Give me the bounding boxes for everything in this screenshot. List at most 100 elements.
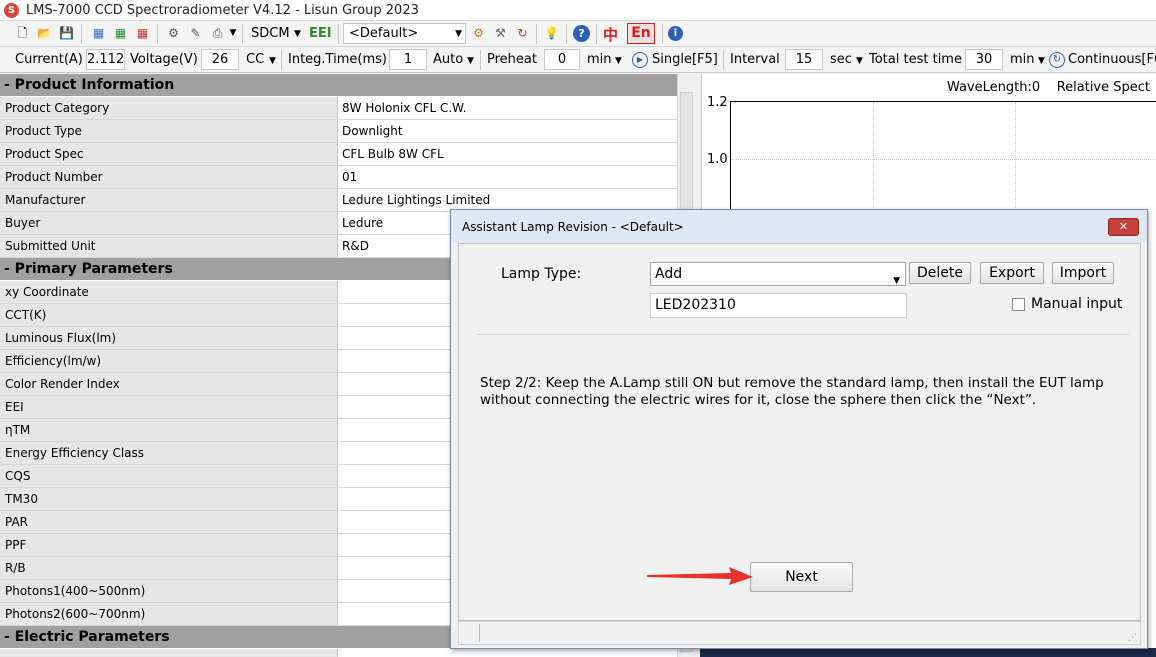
lamp-type-label: Lamp Type:: [501, 266, 582, 282]
chevron-down-icon[interactable]: ▼: [294, 29, 301, 39]
save-icon[interactable]: 💾: [58, 25, 75, 42]
row-value[interactable]: 8W Holonix CFL C.W.: [339, 97, 677, 119]
preheat-unit-select[interactable]: min: [587, 52, 612, 67]
help-icon[interactable]: ?: [573, 25, 590, 42]
row-label: R/B: [0, 557, 338, 579]
total-time-unit-select[interactable]: min: [1010, 52, 1035, 67]
single-test-button[interactable]: Single[F5]: [652, 52, 718, 67]
row-label: Product Category: [0, 97, 338, 119]
app-logo-icon: S: [4, 3, 19, 18]
row-value[interactable]: Downlight: [339, 120, 677, 142]
row-label: Submitted Unit: [0, 235, 338, 257]
open-icon[interactable]: 📂: [36, 25, 53, 42]
dialog-title: Assistant Lamp Revision - <Default>: [462, 220, 684, 234]
row-label: Photons2(600~700nm): [0, 603, 338, 625]
current-label: Current(A): [15, 52, 83, 67]
lamp-name-input[interactable]: LED202310: [650, 293, 907, 318]
row-label: PAR: [0, 511, 338, 533]
integ-time-input[interactable]: 1: [389, 49, 427, 70]
title-bar: S LMS-7000 CCD Spectroradiometer V4.12 -…: [0, 0, 1156, 21]
import-button[interactable]: Import: [1052, 262, 1114, 284]
table-row[interactable]: Product Type Downlight: [0, 120, 677, 143]
settings-tools-icon[interactable]: ⚙: [165, 25, 182, 42]
annotation-arrow-icon: [647, 567, 753, 585]
chevron-down-icon[interactable]: ▼: [269, 56, 276, 66]
chevron-down-icon[interactable]: ▼: [467, 56, 474, 66]
window-title: LMS-7000 CCD Spectroradiometer V4.12 - L…: [26, 3, 419, 18]
next-button[interactable]: Next: [750, 562, 853, 592]
chevron-down-icon[interactable]: ▼: [228, 25, 238, 42]
total-test-time-label: Total test time: [869, 52, 962, 67]
row-value[interactable]: 01: [339, 166, 677, 188]
row-label: Product Type: [0, 120, 338, 142]
close-icon[interactable]: ✕: [1108, 218, 1139, 236]
chevron-down-icon[interactable]: ▼: [615, 56, 622, 66]
chevron-down-icon[interactable]: ▼: [856, 56, 863, 66]
lamp-type-select[interactable]: Add ▼: [650, 262, 906, 286]
divider: [477, 334, 1129, 335]
section-product-information[interactable]: - Product Information: [0, 74, 677, 96]
row-value[interactable]: [339, 649, 677, 657]
row-label: Manufacturer: [0, 189, 338, 211]
play-icon[interactable]: ▶: [632, 52, 648, 68]
row-label: TM30: [0, 488, 338, 510]
table-row[interactable]: Product Spec CFL Bulb 8W CFL: [0, 143, 677, 166]
row-label: xy Coordinate: [0, 281, 338, 303]
current-input[interactable]: 2.112: [86, 49, 125, 70]
table-add-icon[interactable]: ▦: [112, 25, 129, 42]
edit-icon[interactable]: ✎: [187, 25, 204, 42]
auto-select[interactable]: Auto: [433, 52, 463, 67]
continuous-test-button[interactable]: Continuous[F6: [1068, 52, 1156, 67]
wavelength-readout: WaveLength:0: [947, 80, 1041, 95]
row-label: Buyer: [0, 212, 338, 234]
row-value[interactable]: Ledure Lightings Limited: [339, 189, 677, 211]
toolbar-separator: [157, 24, 158, 44]
profile-select-value: <Default>: [349, 26, 419, 41]
table-icon[interactable]: ▦: [90, 25, 107, 42]
y-tick-label: 1.0: [707, 152, 728, 167]
row-label: Energy Efficiency Class: [0, 442, 338, 464]
integ-time-label: Integ.Time(ms): [288, 52, 387, 67]
tools-icon[interactable]: ⚒: [492, 25, 509, 42]
continuous-icon[interactable]: ↻: [1049, 52, 1065, 68]
profile-select[interactable]: <Default> ▼: [343, 23, 466, 44]
row-value[interactable]: CFL Bulb 8W CFL: [339, 143, 677, 165]
table-row[interactable]: [0, 649, 677, 657]
lightbulb-icon[interactable]: 💡: [543, 25, 560, 42]
dialog-body: Lamp Type: Add ▼ Delete Export Import LE…: [458, 243, 1141, 621]
preheat-input[interactable]: 0: [544, 49, 580, 70]
language-chinese-button[interactable]: 中: [603, 24, 618, 45]
chevron-down-icon: ▼: [893, 276, 900, 286]
info-icon[interactable]: i: [668, 26, 683, 41]
row-label: ηTM: [0, 419, 338, 441]
cc-mode-select[interactable]: CC: [246, 52, 264, 67]
table-row[interactable]: Product Number 01: [0, 166, 677, 189]
manual-input-checkbox[interactable]: [1012, 298, 1025, 311]
table-row[interactable]: Product Category 8W Holonix CFL C.W.: [0, 97, 677, 120]
voltage-input[interactable]: 26: [201, 49, 239, 70]
preheat-label: Preheat: [487, 52, 537, 67]
dialog-title-bar[interactable]: Assistant Lamp Revision - <Default> ✕: [451, 210, 1147, 243]
export-button[interactable]: Export: [980, 262, 1044, 284]
total-test-time-input[interactable]: 30: [965, 49, 1003, 70]
chevron-down-icon[interactable]: ▼: [1038, 56, 1045, 66]
print-icon[interactable]: ⎙: [209, 25, 226, 42]
resize-grip-icon[interactable]: ⋰: [1128, 633, 1137, 643]
interval-label: Interval: [730, 52, 780, 67]
new-icon[interactable]: 🗋: [14, 25, 31, 42]
toolbar-separator: [723, 50, 724, 70]
relative-spectrum-label: Relative Spect: [1056, 80, 1151, 95]
row-label: CQS: [0, 465, 338, 487]
gear-icon[interactable]: ⚙: [470, 25, 487, 42]
table-delete-icon[interactable]: ▦: [134, 25, 151, 42]
refresh-icon[interactable]: ↻: [514, 25, 531, 42]
row-label: Product Spec: [0, 143, 338, 165]
interval-input[interactable]: 15: [785, 49, 823, 70]
interval-unit-select[interactable]: sec: [830, 52, 852, 67]
delete-button[interactable]: Delete: [909, 262, 971, 284]
eei-button[interactable]: EEI: [309, 26, 332, 41]
language-english-button[interactable]: En: [627, 23, 655, 44]
sdcm-button[interactable]: SDCM: [251, 26, 290, 41]
grid-line: [731, 159, 1156, 160]
row-label: Efficiency(lm/w): [0, 350, 338, 372]
